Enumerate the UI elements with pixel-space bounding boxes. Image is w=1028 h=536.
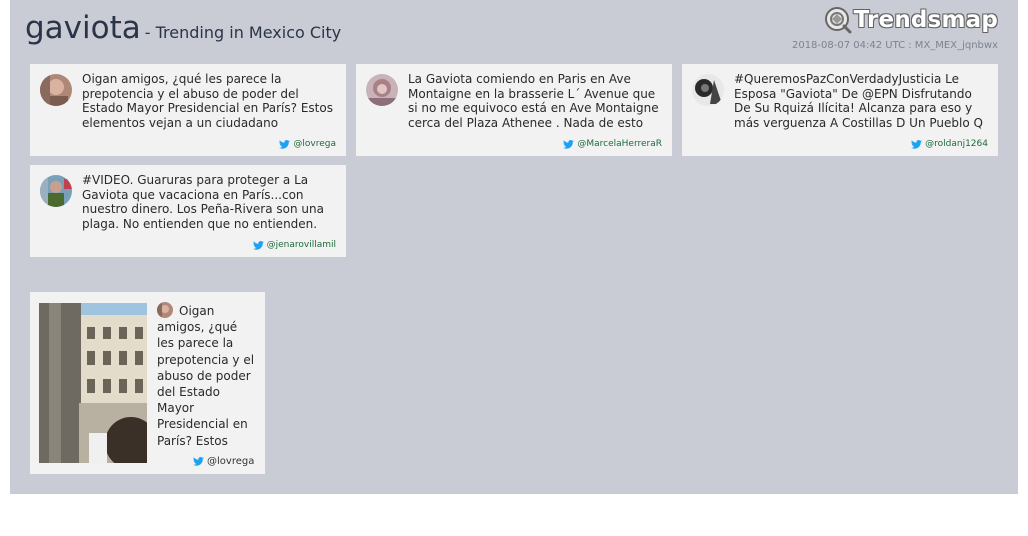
- video-thumbnail[interactable]: [39, 303, 147, 463]
- tweet-card[interactable]: Oigan amigos, ¿qué les parece la prepote…: [30, 64, 346, 156]
- tweet-handle-text: @jenarovillamil: [266, 240, 336, 250]
- trendsmap-logo-icon: [824, 7, 852, 34]
- tweet-card[interactable]: La Gaviota comiendo en Paris en Ave Mont…: [356, 64, 672, 156]
- avatar[interactable]: [40, 175, 72, 207]
- tweet-text: #QueremosPazConVerdadyJusticia Le Esposa…: [734, 72, 983, 130]
- media-text-body: Oigan amigos, ¿qué les parece la prepote…: [157, 304, 255, 450]
- tweet-handle-text: @lovrega: [293, 139, 336, 149]
- twitter-bird-icon: [563, 139, 575, 149]
- twitter-bird-icon: [193, 457, 204, 466]
- trendsmap-logo-text: Trendsmap: [853, 7, 998, 33]
- tweet-card[interactable]: #QueremosPazConVerdadyJusticia Le Esposa…: [682, 64, 998, 156]
- tweet-handle[interactable]: @jenarovillamil: [252, 240, 336, 250]
- twitter-bird-icon: [252, 240, 264, 250]
- timestamp-location: 2018-08-07 04:42 UTC : MX_MEX_jqnbwx: [791, 40, 998, 51]
- media-card[interactable]: Oigan amigos, ¿qué les parece la prepote…: [30, 292, 265, 474]
- avatar[interactable]: [40, 74, 72, 106]
- twitter-bird-icon: [279, 139, 291, 149]
- avatar[interactable]: [157, 302, 173, 318]
- avatar[interactable]: [692, 74, 724, 106]
- page-title: gaviota - Trending in Mexico City: [25, 10, 341, 46]
- media-text: Oigan amigos, ¿qué les parece la prepote…: [157, 302, 257, 450]
- trendsmap-logo[interactable]: Trendsmap: [824, 6, 998, 34]
- tweet-handle[interactable]: @lovrega: [279, 139, 336, 149]
- trend-topic[interactable]: gaviota: [25, 10, 141, 46]
- tweet-handle-text: @roldanj1264: [925, 139, 988, 149]
- tweet-handle[interactable]: @MarcelaHerreraR: [563, 139, 662, 149]
- tweet-handle-text: @lovrega: [207, 456, 255, 467]
- tweet-handle[interactable]: @lovrega: [193, 456, 254, 467]
- tweet-text: Oigan amigos, ¿qué les parece la prepote…: [82, 72, 333, 130]
- tweet-handle[interactable]: @roldanj1264: [911, 139, 988, 149]
- avatar[interactable]: [366, 74, 398, 106]
- tweet-text: La Gaviota comiendo en Paris en Ave Mont…: [408, 72, 659, 130]
- trend-location: - Trending in Mexico City: [144, 23, 342, 42]
- tweet-text: #VIDEO. Guaruras para proteger a La Gavi…: [82, 173, 324, 233]
- twitter-bird-icon: [911, 139, 923, 149]
- tweet-handle-text: @MarcelaHerreraR: [577, 139, 662, 149]
- tweet-card[interactable]: #VIDEO. Guaruras para proteger a La Gavi…: [30, 165, 346, 257]
